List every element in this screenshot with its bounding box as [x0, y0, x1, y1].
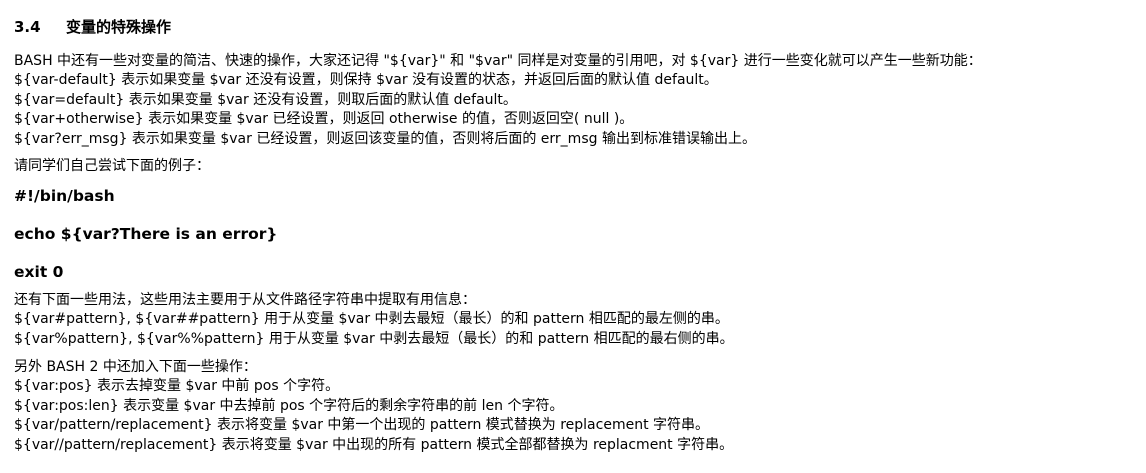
code-exit: exit 0: [14, 263, 64, 281]
intro-line: ${var+otherwise} 表示如果变量 $var 已经设置，则返回 ot…: [14, 111, 634, 128]
bash2-line: ${var:pos} 表示去掉变量 $var 中前 pos 个字符。: [14, 378, 340, 395]
section-heading: 3.4 变量的特殊操作: [14, 17, 171, 37]
intro-line: ${var=default} 表示如果变量 $var 还没有设置，则取后面的默认…: [14, 91, 517, 108]
intro-paragraph: BASH 中还有一些对变量的简洁、快速的操作，大家还记得 "${var}" 和 …: [14, 52, 982, 149]
bash2-line: ${var/pattern/replacement} 表示将变量 $var 中第…: [14, 417, 710, 434]
bash2-line: ${var//pattern/replacement} 表示将变量 $var 中…: [14, 436, 734, 453]
usage-line: ${var#pattern}, ${var##pattern} 用于从变量 $v…: [14, 311, 729, 328]
usage-paragraph: 还有下面一些用法，这些用法主要用于从文件路径字符串中提取有用信息： ${var#…: [14, 291, 734, 349]
try-prompt: 请同学们自己尝试下面的例子：: [14, 158, 210, 174]
bash2-paragraph: 另外 BASH 2 中还加入下面一些操作： ${var:pos} 表示去掉变量 …: [14, 358, 733, 455]
code-echo: echo ${var?There is an error}: [14, 225, 278, 243]
intro-line: BASH 中还有一些对变量的简洁、快速的操作，大家还记得 "${var}" 和 …: [14, 53, 982, 69]
section-number: 3.4: [14, 18, 41, 36]
usage-line: ${var%pattern}, ${var%%pattern} 用于从变量 $v…: [14, 330, 734, 347]
section-title: 变量的特殊操作: [66, 18, 172, 36]
intro-line: ${var-default} 表示如果变量 $var 还没有设置，则保持 $va…: [14, 72, 718, 89]
bash2-line: ${var:pos:len} 表示变量 $var 中去掉前 pos 个字符后的剩…: [14, 397, 564, 414]
usage-line: 还有下面一些用法，这些用法主要用于从文件路径字符串中提取有用信息：: [14, 292, 476, 308]
intro-line: ${var?err_msg} 表示如果变量 $var 已经设置，则返回该变量的值…: [14, 130, 756, 147]
code-shebang: #!/bin/bash: [14, 187, 115, 205]
bash2-line: 另外 BASH 2 中还加入下面一些操作：: [14, 359, 257, 375]
